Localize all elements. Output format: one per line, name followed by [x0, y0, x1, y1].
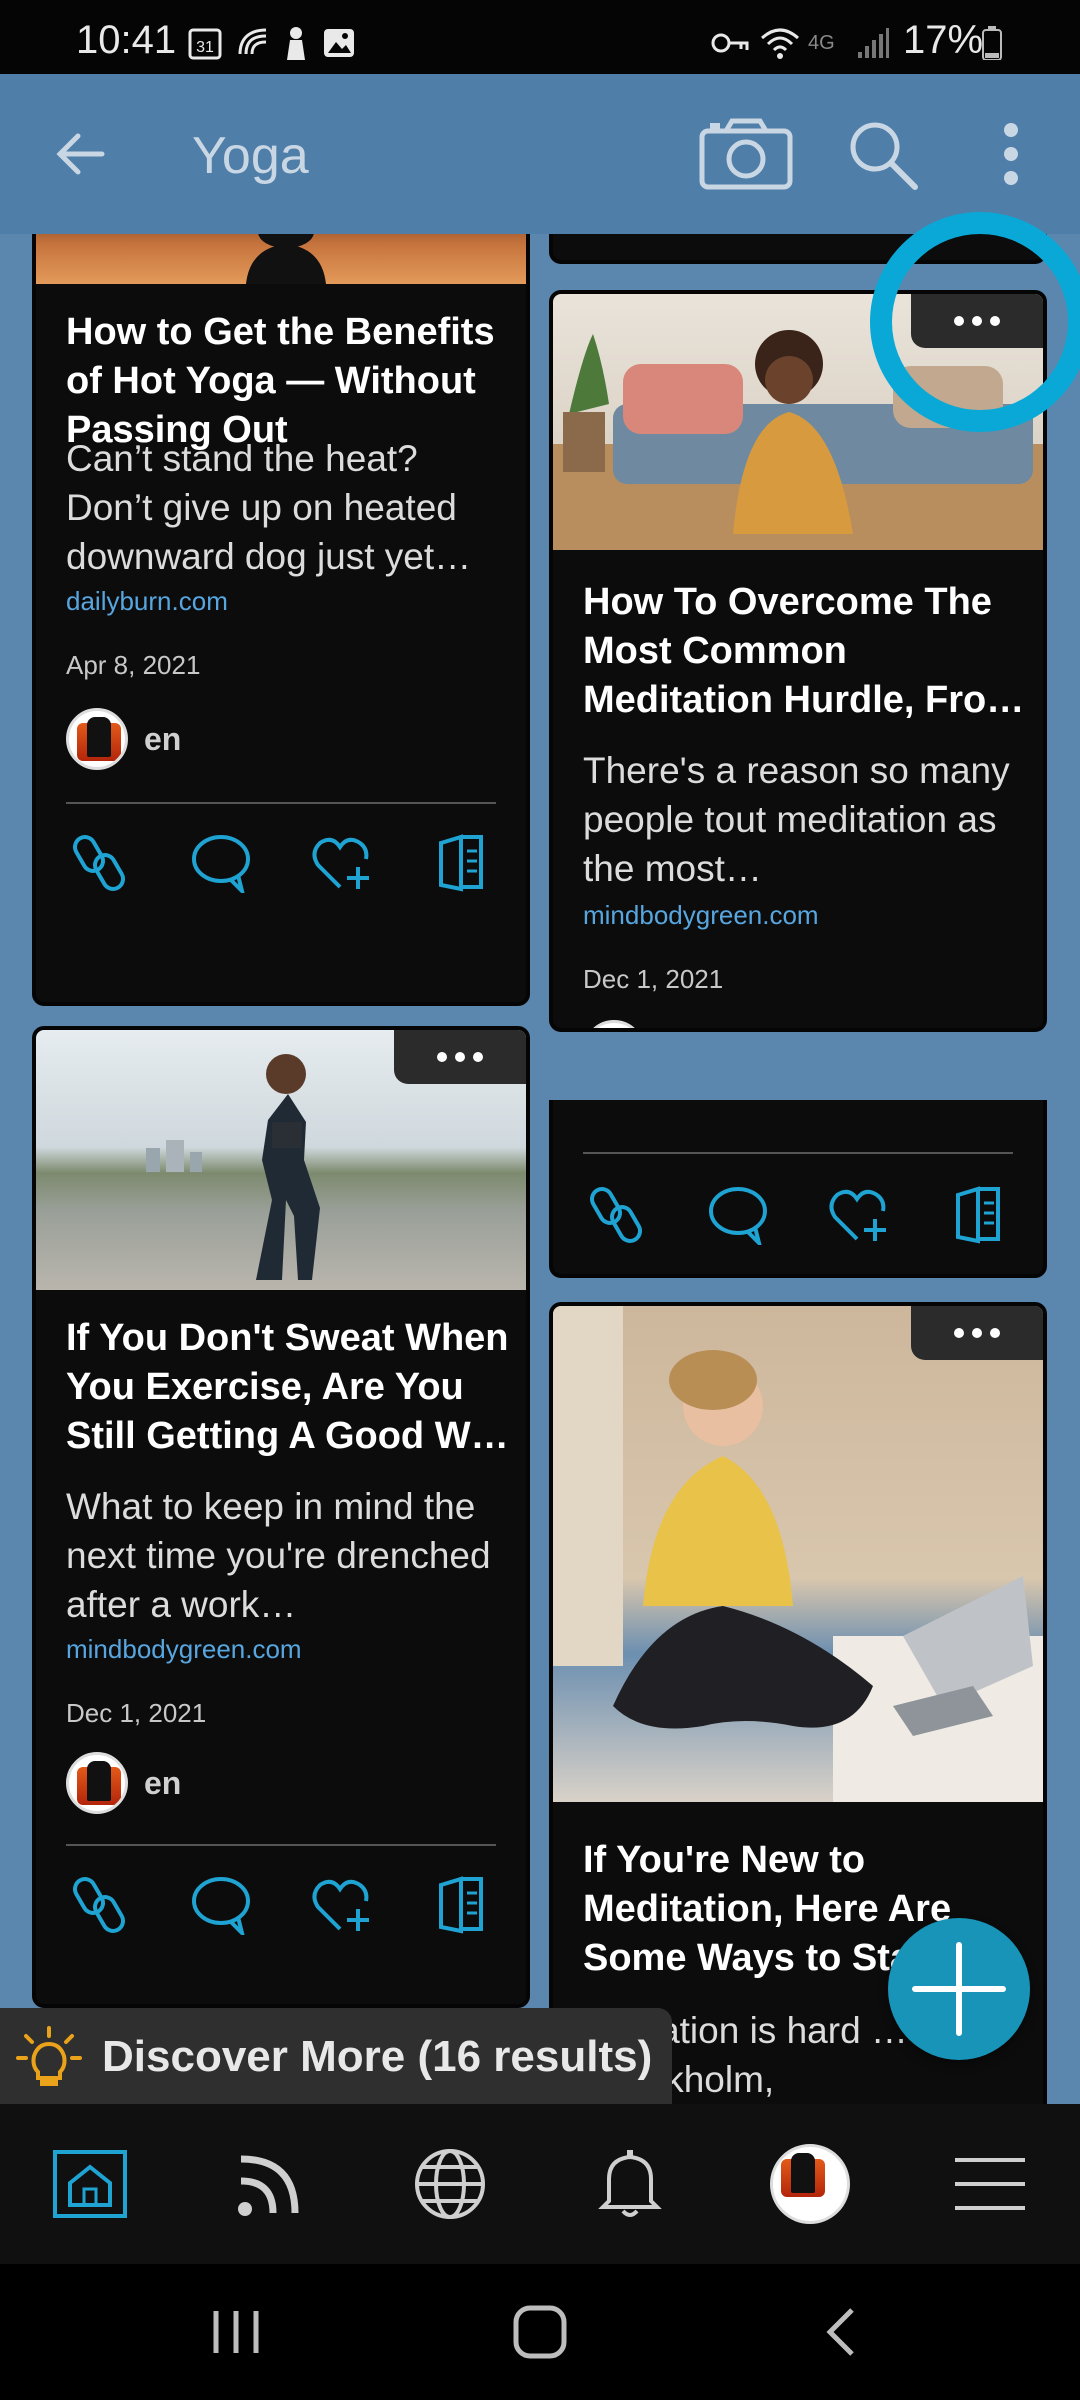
article-card-footer: [549, 1100, 1047, 1278]
recent-apps-icon: [213, 2311, 259, 2353]
home-button[interactable]: [500, 2300, 580, 2364]
article-thumbnail: [553, 1306, 1043, 1802]
article-title[interactable]: How to Get the Benefits of Hot Yoga — Wi…: [66, 308, 516, 455]
svg-text:31: 31: [196, 39, 214, 56]
status-bar: 10:41 31 4G 17%: [0, 0, 1080, 74]
link-icon[interactable]: [66, 1870, 136, 1940]
bottom-navigation: [0, 2104, 1080, 2264]
lightbulb-icon: [16, 2026, 82, 2086]
article-card[interactable]: How to Get the Benefits of Hot Yoga — Wi…: [32, 234, 530, 1006]
person-icon: [287, 27, 305, 60]
article-date: Apr 8, 2021: [66, 650, 201, 680]
add-fab-button[interactable]: [888, 1918, 1030, 2060]
read-book-icon[interactable]: [426, 828, 496, 898]
article-actions: [583, 1180, 1013, 1250]
article-author[interactable]: en: [583, 1020, 698, 1028]
author-avatar: [583, 1020, 645, 1028]
rss-feed-icon: [238, 2155, 299, 2216]
link-icon[interactable]: [66, 828, 136, 898]
back-arrow-icon[interactable]: [40, 114, 120, 194]
app-bar: Yoga: [0, 74, 1080, 240]
divider: [66, 802, 496, 804]
divider: [66, 1844, 496, 1846]
image-icon: [324, 29, 354, 57]
nav-home[interactable]: [35, 2129, 145, 2239]
favorite-add-icon[interactable]: [306, 828, 376, 898]
calendar-icon: 31: [188, 28, 222, 60]
nav-menu[interactable]: [935, 2129, 1045, 2239]
author-name: en: [144, 720, 182, 757]
back-chevron-icon: [826, 2308, 854, 2356]
notification-icons: 31: [188, 26, 356, 60]
tutorial-highlight-ring: [870, 212, 1080, 432]
article-source-link[interactable]: mindbodygreen.com: [66, 1634, 302, 1665]
read-book-icon[interactable]: [943, 1180, 1013, 1250]
article-actions: [66, 828, 496, 898]
author-avatar: [66, 708, 128, 770]
favorite-add-icon[interactable]: [823, 1180, 893, 1250]
more-vert-icon[interactable]: [986, 114, 1036, 194]
link-icon[interactable]: [583, 1180, 653, 1250]
back-button[interactable]: [800, 2300, 880, 2364]
article-actions: [66, 1870, 496, 1940]
recent-apps-button[interactable]: [196, 2300, 276, 2364]
network-type: 4G: [808, 31, 835, 54]
nav-feeds[interactable]: [215, 2129, 325, 2239]
article-author[interactable]: en: [66, 1752, 181, 1814]
plus-icon: [912, 1942, 1006, 2036]
article-source-link[interactable]: dailyburn.com: [66, 586, 228, 617]
article-description: What to keep in mind the next time you'r…: [66, 1486, 491, 1625]
card-more-options-button[interactable]: [911, 1306, 1043, 1360]
comment-icon[interactable]: [186, 1870, 256, 1940]
page-title: Yoga: [192, 127, 309, 185]
globe-icon: [415, 2149, 485, 2219]
read-book-icon[interactable]: [426, 1870, 496, 1940]
article-date: Dec 1, 2021: [583, 964, 724, 994]
hamburger-menu-icon: [955, 2158, 1025, 2210]
comment-icon[interactable]: [703, 1180, 773, 1250]
home-icon: [53, 2150, 127, 2218]
search-icon[interactable]: [842, 114, 922, 194]
article-date: Dec 1, 2021: [66, 1698, 207, 1728]
system-navigation-bar: [0, 2264, 1080, 2400]
bell-icon: [598, 2150, 662, 2217]
article-author[interactable]: en: [66, 708, 181, 770]
nav-notifications[interactable]: [575, 2129, 685, 2239]
article-card[interactable]: If You Don't Sweat When You Exercise, Ar…: [32, 1026, 530, 2008]
battery-icon: [982, 26, 1002, 60]
profile-avatar: [770, 2144, 850, 2224]
signal-icon: [856, 26, 890, 60]
article-source-link[interactable]: mindbodygreen.com: [583, 900, 819, 931]
battery-percent: 17%: [903, 18, 984, 62]
comment-icon[interactable]: [186, 828, 256, 898]
author-name: en: [144, 1764, 182, 1801]
article-description: Can’t stand the heat? Don’t give up on h…: [66, 438, 472, 577]
author-avatar: [66, 1752, 128, 1814]
article-description: There's a reason so many people tout med…: [583, 750, 1010, 889]
discover-more-label: Discover More (16 results): [102, 2032, 653, 2081]
card-more-options-button[interactable]: [394, 1030, 526, 1084]
article-title[interactable]: How To Overcome The Most Common Meditati…: [583, 578, 1033, 725]
article-thumbnail: [36, 234, 526, 284]
camera-icon[interactable]: [696, 114, 796, 194]
nfc-icon: [238, 28, 267, 55]
home-button-icon: [513, 2305, 567, 2359]
key-icon: [710, 26, 750, 60]
favorite-add-icon[interactable]: [306, 1870, 376, 1940]
nav-explore[interactable]: [395, 2129, 505, 2239]
article-title[interactable]: If You Don't Sweat When You Exercise, Ar…: [66, 1314, 516, 1461]
clock: 10:41: [76, 18, 177, 62]
nav-profile[interactable]: [755, 2129, 865, 2239]
discover-more-button[interactable]: Discover More (16 results): [0, 2008, 672, 2106]
wifi-icon: [760, 26, 800, 60]
divider: [583, 1152, 1013, 1154]
